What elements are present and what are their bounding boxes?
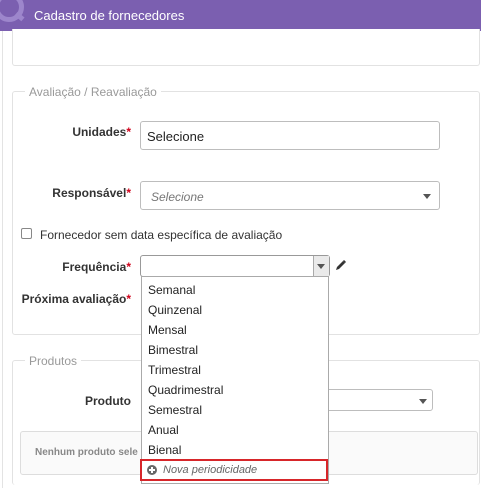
frequencia-label: Frequência* <box>62 260 131 274</box>
responsavel-label: Responsável* <box>52 186 131 200</box>
produto-select[interactable] <box>320 389 433 411</box>
option-bimestral[interactable]: Bimestral <box>148 343 198 357</box>
frequencia-dropdown-button[interactable] <box>313 256 329 276</box>
chevron-down-icon <box>423 194 431 199</box>
responsavel-select[interactable]: Selecione <box>140 181 440 210</box>
option-quinzenal[interactable]: Quinzenal <box>148 303 202 317</box>
sem-data-checkbox[interactable] <box>21 228 32 239</box>
option-mensal[interactable]: Mensal <box>148 323 187 337</box>
option-semanal[interactable]: Semanal <box>148 283 195 297</box>
proxima-avaliacao-label: Próxima avaliação* <box>21 292 131 306</box>
plus-circle-icon <box>147 465 157 475</box>
produto-label: Produto <box>85 394 131 408</box>
chevron-down-icon <box>317 264 325 269</box>
option-semestral[interactable]: Semestral <box>148 403 202 417</box>
window-titlebar: Cadastro de fornecedores <box>0 0 481 31</box>
option-bienal[interactable]: Bienal <box>148 443 181 457</box>
unidades-select[interactable]: Selecione <box>140 121 440 150</box>
produtos-legend: Produtos <box>25 354 82 368</box>
frequencia-select[interactable] <box>140 255 330 277</box>
option-quadrimestral[interactable]: Quadrimestral <box>148 383 223 397</box>
avaliacao-legend: Avaliação / Reavaliação <box>25 85 161 99</box>
option-trimestral[interactable]: Trimestral <box>148 363 201 377</box>
window-title: Cadastro de fornecedores <box>34 8 185 23</box>
nova-periodicidade-label: Nova periodicidade <box>163 464 258 476</box>
unidades-label: Unidades* <box>72 125 131 139</box>
chevron-down-icon <box>419 399 427 404</box>
responsavel-placeholder: Selecione <box>151 190 204 204</box>
content-left-border <box>2 31 3 488</box>
produtos-empty-text: Nenhum produto sele <box>35 447 138 458</box>
option-anual[interactable]: Anual <box>148 423 179 437</box>
pencil-icon[interactable] <box>335 259 347 271</box>
frequencia-dropdown-list: Semanal Quinzenal Mensal Bimestral Trime… <box>141 276 329 484</box>
unidades-value: Selecione <box>147 129 205 144</box>
sem-data-checkbox-label: Fornecedor sem data específica de avalia… <box>40 228 283 242</box>
top-panel <box>12 29 480 66</box>
nova-periodicidade-option[interactable]: Nova periodicidade <box>140 459 328 481</box>
